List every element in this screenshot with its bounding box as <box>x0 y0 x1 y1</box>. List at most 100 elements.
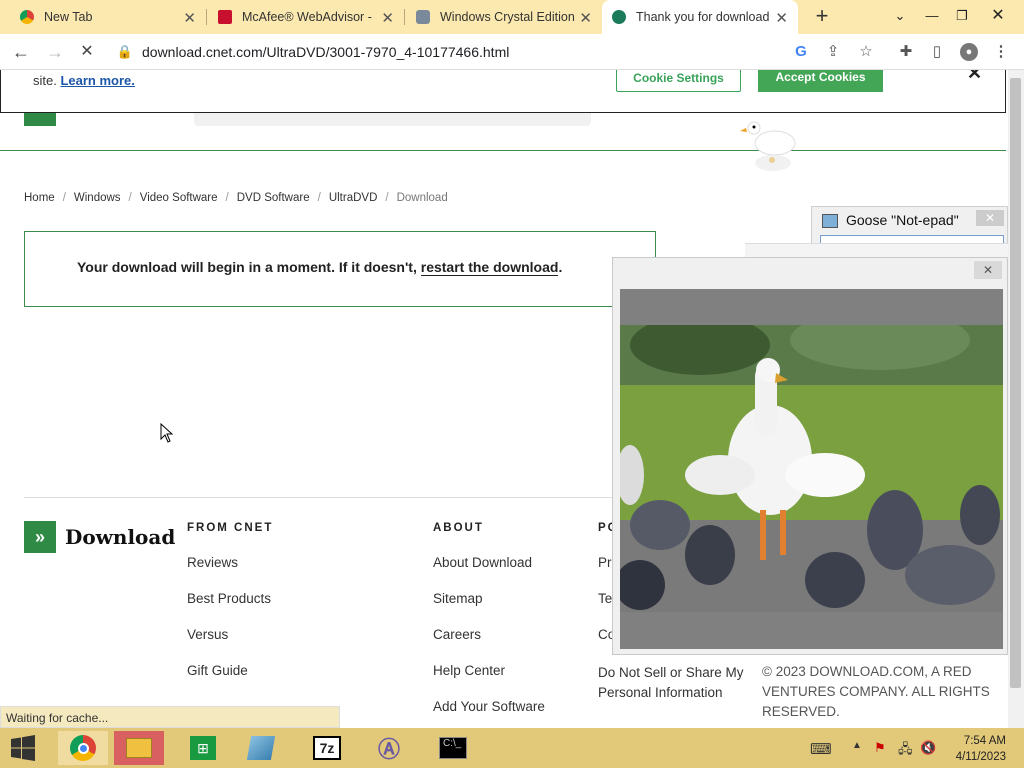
download-logo-icon: » <box>24 521 56 553</box>
network-icon[interactable]: 🖧 <box>898 740 913 762</box>
cmd-icon: C:\_ <box>439 737 467 759</box>
copyright-text: © 2023 DOWNLOAD.COM, A RED VENTURES COMP… <box>762 664 990 719</box>
logo-icon <box>24 112 56 126</box>
footer-link-privacy[interactable]: Pr <box>598 555 612 570</box>
tab-new-tab[interactable]: New Tab ✕ <box>10 0 206 34</box>
store-icon: ⊞ <box>190 736 216 760</box>
restart-download-link[interactable]: restart the download <box>420 259 559 276</box>
tab-label: New Tab <box>44 10 93 24</box>
breadcrumb-video-software[interactable]: Video Software <box>140 192 218 204</box>
footer-logo[interactable]: » Download <box>24 521 175 553</box>
app-a-icon: Ⓐ <box>377 737 400 762</box>
tab-mcafee[interactable]: McAfee® WebAdvisor - ✕ <box>208 0 404 34</box>
extensions-icon[interactable]: ✚ <box>897 43 915 61</box>
close-icon[interactable]: ✕ <box>579 9 592 27</box>
download-message: Your download will begin in a moment. If… <box>77 259 563 276</box>
footer-link-do-not-sell[interactable]: Do Not Sell or Share My Personal Informa… <box>598 663 748 703</box>
tab-label: Windows Crystal Edition <box>440 10 575 24</box>
minimize-button[interactable]: — <box>918 4 946 28</box>
download-notice: Your download will begin in a moment. If… <box>24 231 656 307</box>
google-icon[interactable]: G <box>792 43 810 61</box>
forward-button[interactable]: → <box>44 42 66 62</box>
side-panel-icon[interactable]: ▯ <box>928 43 946 61</box>
footer-link-add-software[interactable]: Add Your Software <box>433 699 545 714</box>
lock-icon[interactable]: 🔒 <box>116 43 134 61</box>
notepad-close-button[interactable]: ✕ <box>976 210 1004 226</box>
action-center-flag-icon[interactable]: ⚑ <box>874 740 886 756</box>
header-divider <box>0 150 1006 151</box>
tab-separator <box>404 9 405 25</box>
tab-label: McAfee® WebAdvisor - <box>242 10 372 24</box>
breadcrumb: Home / Windows / Video Software / DVD Softw… <box>24 192 448 204</box>
breadcrumb-dvd-software[interactable]: DVD Software <box>237 192 310 204</box>
breadcrumb-home[interactable]: Home <box>24 192 55 204</box>
footer-link-careers[interactable]: Careers <box>433 627 481 642</box>
download-site-icon <box>612 10 626 24</box>
taskbar-clock[interactable]: 7:54 AM 4/11/2023 <box>946 733 1006 765</box>
footer-link-sitemap[interactable]: Sitemap <box>433 591 483 606</box>
tab-windows-crystal[interactable]: Windows Crystal Edition ✕ <box>406 0 602 34</box>
bookmark-star-icon[interactable]: ☆ <box>857 43 875 61</box>
footer-link-best-products[interactable]: Best Products <box>187 591 271 606</box>
close-icon[interactable]: ✕ <box>381 9 394 27</box>
goose-image-frame <box>620 289 1003 649</box>
mouse-cursor-icon <box>160 423 174 443</box>
taskbar-chrome[interactable] <box>58 731 108 765</box>
footer-link-terms[interactable]: Te <box>598 591 612 606</box>
background-window-edge <box>745 243 1008 257</box>
taskbar-file-explorer[interactable] <box>114 731 164 765</box>
desktop-goose[interactable] <box>740 118 800 178</box>
taskbar-app-a[interactable]: Ⓐ <box>364 731 414 765</box>
status-bar: Waiting for cache... <box>0 706 340 728</box>
back-button[interactable]: ← <box>10 42 32 62</box>
new-tab-button[interactable]: + <box>810 5 834 29</box>
show-hidden-icons-icon[interactable]: ▲ <box>852 740 862 751</box>
footer-link-reviews[interactable]: Reviews <box>187 555 238 570</box>
window-close-button[interactable]: ✕ <box>984 4 1012 28</box>
stop-loading-button[interactable]: ✕ <box>76 42 98 62</box>
restore-button[interactable]: ❐ <box>948 4 976 28</box>
share-icon[interactable]: ⇪ <box>824 43 842 61</box>
close-icon[interactable]: ✕ <box>183 9 196 27</box>
taskbar-7zip[interactable]: 7z <box>302 731 352 765</box>
tab-separator <box>206 9 207 25</box>
footer-link-help-center[interactable]: Help Center <box>433 663 505 678</box>
close-icon[interactable]: ✕ <box>775 9 788 27</box>
header-logo[interactable] <box>24 112 174 126</box>
tab-thank-you[interactable]: Thank you for download ✕ <box>602 0 798 34</box>
menu-kebab-icon[interactable]: ⋮ <box>992 43 1010 61</box>
folder-icon <box>126 738 152 758</box>
cookie-settings-button[interactable]: Cookie Settings <box>616 70 741 92</box>
accept-cookies-button[interactable]: Accept Cookies <box>758 70 883 92</box>
volume-muted-icon[interactable]: 🔇 <box>920 740 936 756</box>
chrome-icon <box>20 10 34 24</box>
cookie-close-icon[interactable]: ✕ <box>967 70 982 84</box>
taskbar-notepad[interactable] <box>236 731 286 765</box>
footer-link-gift-guide[interactable]: Gift Guide <box>187 663 248 678</box>
breadcrumb-windows[interactable]: Windows <box>74 192 121 204</box>
keyboard-icon[interactable]: ⌨ <box>810 740 832 758</box>
footer-link-about-download[interactable]: About Download <box>433 555 532 570</box>
goose-pigeons-image <box>620 325 1003 612</box>
tab-search-chevron-icon[interactable]: ⌄ <box>886 4 914 28</box>
start-button[interactable] <box>0 731 46 765</box>
breadcrumb-current: Download <box>396 192 448 204</box>
cookie-banner: site. Learn more. Cookie Settings Accept… <box>0 70 1006 113</box>
notepad-icon <box>822 214 838 228</box>
mcafee-icon <box>218 10 232 24</box>
scrollbar-thumb[interactable] <box>1010 78 1021 688</box>
learn-more-link[interactable]: Learn more. <box>60 73 134 88</box>
footer-heading-about: ABOUT <box>433 522 484 534</box>
windows-logo-icon <box>11 735 35 761</box>
popup-close-button[interactable]: ✕ <box>974 261 1002 279</box>
goose-notepad-window[interactable]: Goose "Not-epad" ✕ <box>811 206 1008 247</box>
taskbar-store[interactable]: ⊞ <box>178 731 228 765</box>
footer-heading-from-cnet: FROM CNET <box>187 522 274 534</box>
taskbar-cmd[interactable]: C:\_ <box>428 731 478 765</box>
footer-link-versus[interactable]: Versus <box>187 627 228 642</box>
profile-avatar-icon[interactable]: ● <box>960 43 978 61</box>
notepad-title: Goose "Not-epad" <box>846 212 959 228</box>
breadcrumb-ultradvd[interactable]: UltraDVD <box>329 192 378 204</box>
url-text[interactable]: download.cnet.com/UltraDVD/3001-7970_4-1… <box>142 44 509 60</box>
goose-meme-popup[interactable]: ✕ <box>612 257 1008 655</box>
